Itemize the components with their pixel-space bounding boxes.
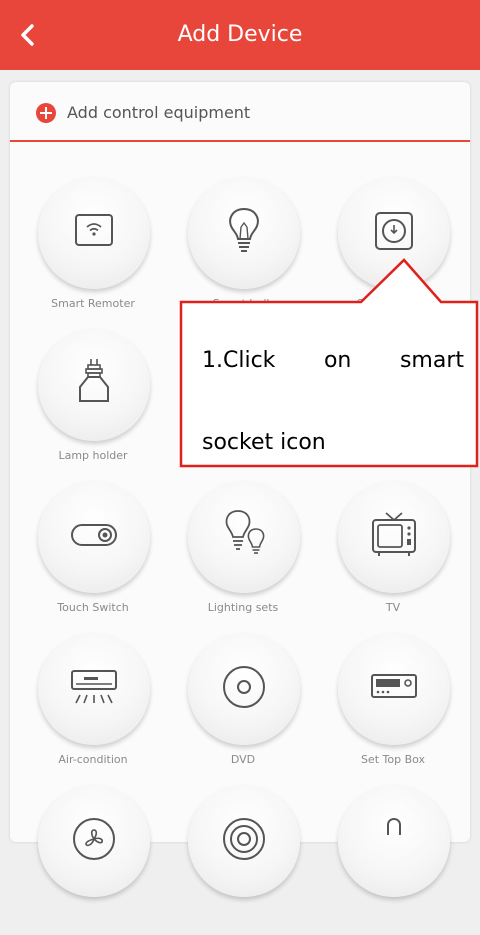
device-more-2[interactable] bbox=[168, 785, 318, 935]
device-set-top-box[interactable]: Set Top Box bbox=[318, 633, 468, 783]
add-control-equipment-label: Add control equipment bbox=[67, 103, 251, 122]
toggle-switch-icon bbox=[71, 524, 117, 546]
device-label: Lamp holder bbox=[58, 449, 128, 462]
device-more-1[interactable] bbox=[18, 785, 168, 935]
callout-line-1: 1.Click on smart bbox=[202, 348, 464, 373]
add-control-equipment-row[interactable]: Add control equipment bbox=[10, 82, 470, 142]
tv-icon bbox=[372, 512, 416, 556]
device-label: Air-condition bbox=[58, 753, 128, 766]
air-conditioner-icon bbox=[71, 670, 117, 704]
lighting-sets-icon bbox=[225, 510, 265, 554]
socket-icon bbox=[375, 212, 413, 250]
callout-line-2: socket icon bbox=[202, 430, 326, 455]
add-icon bbox=[36, 103, 56, 123]
device-label: Smart Remoter bbox=[51, 297, 135, 310]
disc-icon bbox=[223, 666, 265, 708]
device-label: TV bbox=[385, 601, 401, 614]
fan-icon bbox=[73, 818, 115, 860]
device-label: DVD bbox=[230, 753, 256, 766]
page-title: Add Device bbox=[177, 22, 303, 47]
speaker-icon bbox=[223, 818, 265, 860]
device-tv[interactable]: TV bbox=[318, 481, 468, 631]
lamp-holder-icon bbox=[79, 359, 109, 402]
device-label: Set Top Box bbox=[360, 753, 426, 766]
device-lighting-sets[interactable]: Lighting sets bbox=[168, 481, 318, 631]
device-more-3[interactable] bbox=[318, 785, 468, 935]
device-label: Touch Switch bbox=[57, 601, 129, 614]
device-smart-remoter[interactable]: Smart Remoter bbox=[18, 177, 168, 327]
lightbulb-icon bbox=[229, 207, 259, 252]
device-dvd[interactable]: DVD bbox=[168, 633, 318, 783]
top-bar: Add Device bbox=[0, 0, 480, 70]
device-lamp-holder[interactable]: Lamp holder bbox=[18, 329, 168, 479]
device-touch-switch[interactable]: Touch Switch bbox=[18, 481, 168, 631]
set-top-box-icon bbox=[371, 674, 417, 698]
sensor-icon bbox=[387, 818, 401, 835]
callout-text: 1.Click on smart socket icon bbox=[182, 300, 478, 466]
device-air-condition[interactable]: Air-condition bbox=[18, 633, 168, 783]
device-label: Lighting sets bbox=[207, 601, 279, 614]
wifi-remote-icon bbox=[75, 214, 113, 246]
